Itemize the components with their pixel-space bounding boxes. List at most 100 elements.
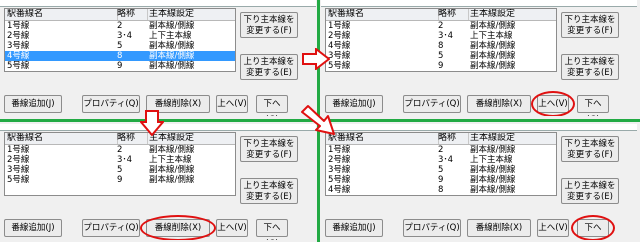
track-setting: 副本線/側線 — [149, 145, 195, 155]
label: 変更する(F) — [246, 26, 292, 36]
list-item[interactable]: 5号線 9 副本線/側線 — [5, 175, 235, 185]
track-setting: 上下主本線 — [470, 31, 513, 41]
highlight-ring — [531, 91, 575, 116]
change-down-main-button[interactable]: 下り主本線を 変更する(F) — [561, 12, 619, 38]
add-track-button[interactable]: 番線追加(J) — [4, 219, 62, 237]
label: 上り主本線を — [243, 181, 295, 191]
track-abbr: 2 — [438, 145, 444, 155]
track-abbr: 3･4 — [117, 155, 133, 165]
track-name: 3号線 — [328, 165, 351, 175]
track-list[interactable]: 駅番線名 略称 主本線設定 1号線 2 副本線/側線 2号線 3･4 上下主本線 3号線 5 副本線/… — [325, 132, 557, 196]
label: 上り主本線を — [564, 57, 616, 67]
move-up-button[interactable]: 上へ(V) — [537, 219, 569, 237]
list-item[interactable]: 3号線 5 副本線/側線 — [5, 41, 235, 51]
list-item[interactable]: 2号線 3･4 上下主本線 — [5, 155, 235, 165]
label: 下り主本線を — [564, 139, 616, 149]
track-abbr: 3･4 — [438, 155, 454, 165]
add-track-button[interactable]: 番線追加(J) — [4, 95, 62, 113]
list-item[interactable]: 2号線 3･4 上下主本線 — [5, 31, 235, 41]
column-name[interactable]: 駅番線名 — [5, 133, 118, 144]
column-abbr[interactable]: 略称 — [438, 133, 469, 144]
panel-top-right: 駅番線名 略称 主本線設定 1号線 2 副本線/側線 2号線 3･4 上下主本線 4号線 8 副本線/… — [321, 0, 637, 116]
track-setting: 副本線/側線 — [470, 145, 516, 155]
track-setting: 副本線/側線 — [470, 61, 516, 71]
column-setting[interactable]: 主本線設定 — [470, 9, 556, 20]
list-item[interactable]: 4号線 8 副本線/側線 — [326, 185, 556, 195]
column-name[interactable]: 駅番線名 — [5, 9, 118, 20]
column-name[interactable]: 駅番線名 — [326, 133, 439, 144]
move-down-button[interactable]: 下へ(G) — [577, 95, 609, 116]
column-name[interactable]: 駅番線名 — [326, 9, 439, 20]
list-item[interactable]: 1号線 2 副本線/側線 — [5, 21, 235, 31]
label: 変更する(E) — [566, 68, 613, 78]
track-setting: 上下主本線 — [470, 155, 513, 165]
label: 変更する(E) — [245, 192, 292, 202]
list-item[interactable]: 5号線 9 副本線/側線 — [5, 61, 235, 71]
list-header: 駅番線名 略称 主本線設定 — [326, 133, 556, 145]
change-up-main-button[interactable]: 上り主本線を 変更する(E) — [561, 178, 619, 204]
top-strip — [321, 124, 637, 131]
properties-button[interactable]: プロパティ(Q) — [82, 95, 140, 113]
list-item[interactable]: 2号線 3･4 上下主本線 — [326, 31, 556, 41]
change-down-main-button[interactable]: 下り主本線を 変更する(F) — [240, 12, 298, 38]
column-setting[interactable]: 主本線設定 — [149, 9, 235, 20]
track-abbr: 2 — [117, 21, 123, 31]
track-setting: 副本線/側線 — [149, 61, 195, 71]
panel-top-left: 駅番線名 略称 主本線設定 1号線 2 副本線/側線 2号線 3･4 上下主本線 3号線 5 副本線/… — [0, 0, 316, 116]
track-abbr: 9 — [117, 61, 123, 71]
delete-track-button[interactable]: 番線削除(X) — [467, 219, 531, 237]
list-header: 駅番線名 略称 主本線設定 — [326, 9, 556, 21]
track-abbr: 5 — [438, 165, 444, 175]
list-item[interactable]: 1号線 2 副本線/側線 — [326, 145, 556, 155]
top-strip — [0, 0, 316, 7]
track-abbr: 9 — [117, 175, 123, 185]
track-name: 1号線 — [7, 21, 30, 31]
move-up-button[interactable]: 上へ(V) — [216, 219, 248, 237]
track-name: 5号線 — [7, 61, 30, 71]
track-setting: 副本線/側線 — [470, 41, 516, 51]
column-abbr[interactable]: 略称 — [438, 9, 469, 20]
track-name: 2号線 — [7, 155, 30, 165]
list-item[interactable]: 5号線 9 副本線/側線 — [326, 61, 556, 71]
properties-button[interactable]: プロパティ(Q) — [82, 219, 140, 237]
move-down-button[interactable]: 下へ(G) — [256, 95, 288, 116]
delete-track-button[interactable]: 番線削除(X) — [467, 95, 531, 113]
arrow-right-icon — [302, 48, 330, 70]
track-setting: 副本線/側線 — [149, 175, 195, 185]
list-item[interactable]: 2号線 3･4 上下主本線 — [326, 155, 556, 165]
highlight-ring — [571, 215, 615, 240]
track-abbr: 8 — [438, 185, 444, 195]
list-item[interactable]: 4号線 8 副本線/側線 — [326, 41, 556, 51]
change-up-main-button[interactable]: 上り主本線を 変更する(E) — [240, 54, 298, 80]
track-list[interactable]: 駅番線名 略称 主本線設定 1号線 2 副本線/側線 2号線 3･4 上下主本線 4号線 8 副本線/… — [325, 8, 557, 72]
add-track-button[interactable]: 番線追加(J) — [325, 219, 383, 237]
track-setting: 上下主本線 — [149, 31, 192, 41]
move-down-button[interactable]: 下へ(G) — [256, 219, 288, 240]
list-item[interactable]: 4号線 8 副本線/側線 — [5, 51, 235, 61]
list-item[interactable]: 5号線 9 副本線/側線 — [326, 175, 556, 185]
label: 変更する(F) — [246, 150, 292, 160]
track-setting: 上下主本線 — [149, 155, 192, 165]
properties-button[interactable]: プロパティ(Q) — [403, 219, 461, 237]
label: 上り主本線を — [243, 57, 295, 67]
track-setting: 副本線/側線 — [149, 51, 195, 61]
label: 上り主本線を — [564, 181, 616, 191]
panel-bottom-left: 駅番線名 略称 主本線設定 1号線 2 副本線/側線 2号線 3･4 上下主本線 3号線 5 副本線/… — [0, 124, 316, 240]
list-item[interactable]: 1号線 2 副本線/側線 — [326, 21, 556, 31]
change-down-main-button[interactable]: 下り主本線を 変更する(F) — [240, 136, 298, 162]
change-up-main-button[interactable]: 上り主本線を 変更する(E) — [561, 54, 619, 80]
change-down-main-button[interactable]: 下り主本線を 変更する(F) — [561, 136, 619, 162]
list-item[interactable]: 1号線 2 副本線/側線 — [5, 145, 235, 155]
column-setting[interactable]: 主本線設定 — [470, 133, 556, 144]
list-item[interactable]: 3号線 5 副本線/側線 — [326, 165, 556, 175]
column-abbr[interactable]: 略称 — [117, 9, 148, 20]
change-up-main-button[interactable]: 上り主本線を 変更する(E) — [240, 178, 298, 204]
track-name: 5号線 — [328, 61, 351, 71]
track-list[interactable]: 駅番線名 略称 主本線設定 1号線 2 副本線/側線 2号線 3･4 上下主本線 3号線 5 副本線/… — [4, 132, 236, 196]
list-item[interactable]: 3号線 5 副本線/側線 — [326, 51, 556, 61]
list-item[interactable]: 3号線 5 副本線/側線 — [5, 165, 235, 175]
properties-button[interactable]: プロパティ(Q) — [403, 95, 461, 113]
track-list[interactable]: 駅番線名 略称 主本線設定 1号線 2 副本線/側線 2号線 3･4 上下主本線 3号線 5 副本線/… — [4, 8, 236, 72]
move-up-button[interactable]: 上へ(V) — [216, 95, 248, 113]
track-name: 5号線 — [7, 175, 30, 185]
